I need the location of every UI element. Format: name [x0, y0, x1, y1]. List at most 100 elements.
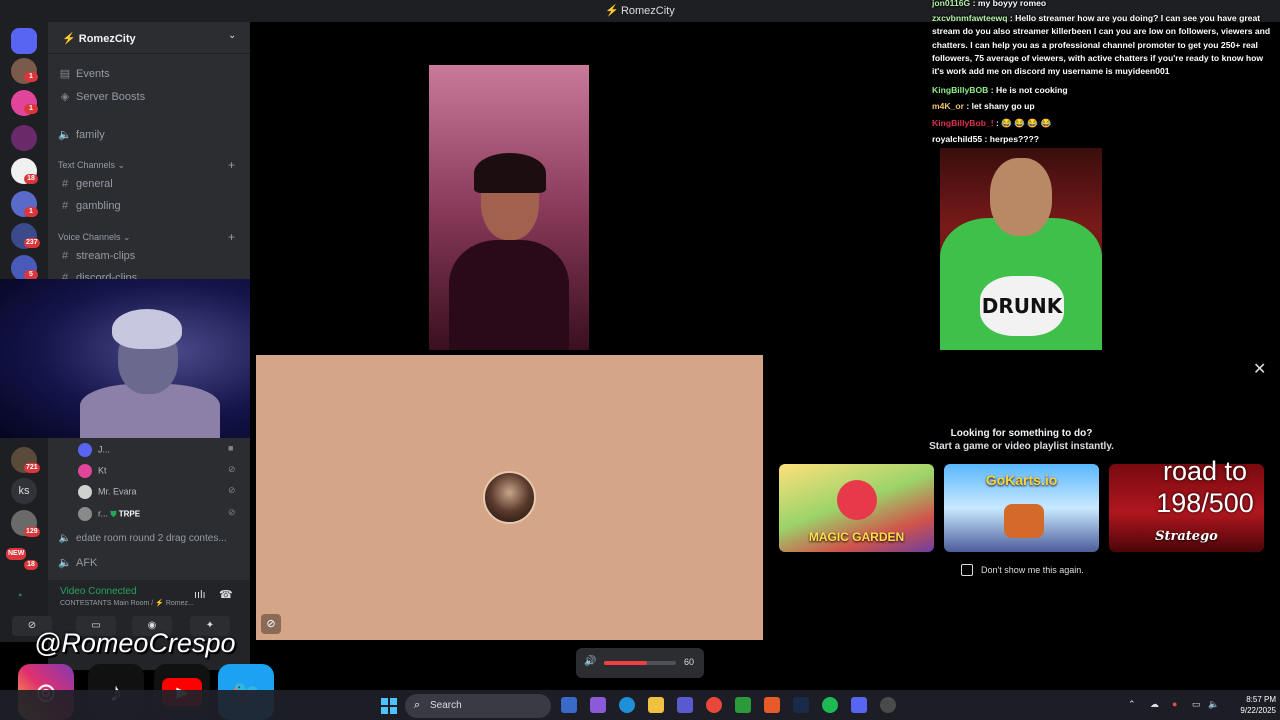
boost-icon: ◈: [60, 91, 70, 103]
chat-message: zxcvbnmfawteewq : Hello streamer how are…: [932, 13, 1271, 77]
deafened-icon: ⊘: [228, 464, 236, 474]
notification-badge: 18: [24, 560, 38, 570]
chat-message: KingBillyBOB : He is not cooking: [932, 85, 1068, 95]
participant-face: [990, 158, 1052, 236]
social-handle: @RomeoCrespo: [34, 628, 236, 658]
video-tile[interactable]: [429, 65, 589, 350]
notification-badge: 1: [24, 104, 38, 114]
volume-value: 60: [684, 657, 695, 667]
volume-slider[interactable]: [604, 661, 676, 665]
close-icon[interactable]: ✕: [1253, 359, 1266, 379]
activity-card-gokarts[interactable]: GoKarts.io: [944, 464, 1099, 552]
microphone-icon[interactable]: ●: [1172, 699, 1177, 709]
steam-icon[interactable]: [793, 697, 809, 713]
disconnect-icon[interactable]: ☎: [219, 588, 233, 601]
speaker-icon[interactable]: 🔊: [584, 656, 596, 667]
channel-afk[interactable]: 🔈 AFK: [58, 556, 97, 569]
stream-goal-overlay: road to 198/500: [1150, 455, 1260, 519]
copilot-icon[interactable]: [590, 697, 606, 713]
activity-heading: Looking for something to do?: [950, 428, 1093, 439]
sidebar-item-family[interactable]: 🔈 family: [58, 128, 105, 141]
activity-card-magic-garden[interactable]: MAGIC GARDEN: [779, 464, 934, 552]
xbox-icon[interactable]: [735, 697, 751, 713]
connection-signal-icon[interactable]: ◔: [16, 590, 23, 602]
participant-hair: [474, 153, 546, 193]
avatar: [78, 485, 92, 499]
chat-message: m4K_or : let shany go up: [932, 101, 1035, 111]
sidebar-item-events[interactable]: ▤ Events: [58, 67, 110, 80]
server-icon[interactable]: [11, 125, 37, 151]
tomato-icon: [837, 480, 877, 520]
streamer-webcam: [0, 279, 284, 438]
noise-suppression-icon[interactable]: ıılı: [194, 589, 206, 601]
network-icon[interactable]: ▭: [1192, 699, 1201, 710]
volume-fill: [604, 661, 648, 665]
taskbar-clock[interactable]: 8:57 PM 9/22/2025: [1224, 694, 1276, 716]
task-view-icon[interactable]: [561, 697, 577, 713]
channel-gambling[interactable]: # gambling: [58, 200, 121, 212]
voice-user[interactable]: Mr. Evara ⊘: [78, 485, 236, 499]
goal-count: 198/500: [1156, 488, 1254, 518]
windows-start-icon[interactable]: [381, 698, 397, 714]
deafened-icon: ⊘: [228, 507, 236, 517]
hash-icon: #: [61, 178, 69, 190]
taskbar-search[interactable]: ⌕ Search: [405, 694, 551, 718]
cloud-icon[interactable]: ☁: [1150, 699, 1159, 710]
windows-taskbar: ⌕ Search ⌃ ☁ ● ▭ 🔈 8:57 PM 9/22/2025: [0, 690, 1280, 720]
voice-user[interactable]: r... ⛊ TRPE ⊘: [78, 507, 236, 521]
sidebar-item-server-boosts[interactable]: ◈ Server Boosts: [58, 90, 145, 103]
clock-date: 9/22/2025: [1240, 706, 1276, 715]
stream-chat-overlay: jon0116G : my boyyy romeo zxcvbnmfawteew…: [930, 0, 1275, 150]
voice-user[interactable]: J... ■: [78, 443, 233, 457]
category-text-channels[interactable]: Text Channels ⌄: [58, 160, 125, 171]
spotify-icon[interactable]: [822, 697, 838, 713]
deafened-icon: ⊘: [228, 485, 236, 495]
channel-stream-clips[interactable]: # stream-clips: [58, 250, 135, 262]
hash-icon: #: [61, 200, 69, 212]
channel-general[interactable]: # general: [58, 178, 113, 190]
chat-message: jon0116G : my boyyy romeo: [932, 0, 1047, 8]
server-icon[interactable]: ks: [11, 478, 37, 504]
voice-location[interactable]: CONTESTANTS Main Room / ⚡ Romez...: [60, 599, 194, 607]
clock-time: 8:57 PM: [1246, 695, 1276, 704]
add-channel-icon[interactable]: +: [228, 230, 235, 244]
brave-icon[interactable]: [764, 697, 780, 713]
speaker-icon: 🔈: [58, 557, 72, 569]
search-icon: ⌕: [414, 699, 421, 711]
notification-badge: 18: [24, 174, 38, 184]
volume-control[interactable]: 🔊 60: [576, 648, 704, 678]
webcam-person-hat: [112, 309, 182, 349]
video-tile[interactable]: DRUNK: [940, 148, 1102, 350]
notification-badge: 721: [24, 463, 40, 473]
teams-icon[interactable]: [677, 697, 693, 713]
discord-icon[interactable]: [851, 697, 867, 713]
camera-icon: ■: [228, 443, 234, 453]
goal-line: road to: [1162, 456, 1248, 486]
card-title: GoKarts.io: [985, 472, 1058, 488]
notification-badge: 1: [24, 207, 38, 217]
dont-show-checkbox[interactable]: [961, 564, 973, 576]
server-header[interactable]: ⚡ RomezCity ⌄: [48, 22, 250, 54]
speaker-icon: 🔈: [58, 533, 72, 544]
channel-edate-room[interactable]: 🔈 edate room round 2 drag contes...: [58, 533, 227, 544]
voice-user[interactable]: Kt ⊘: [78, 464, 236, 478]
chevron-up-icon[interactable]: ⌃: [1128, 699, 1136, 710]
chat-message: royalchild55 : herpes????: [932, 134, 1039, 144]
hash-icon: #: [61, 250, 69, 262]
muted-mic-icon: ⊘: [261, 614, 281, 634]
avatar: [78, 464, 92, 478]
file-explorer-icon[interactable]: [648, 697, 664, 713]
discord-home-icon[interactable]: [11, 28, 37, 54]
new-badge: NEW: [6, 548, 27, 560]
chrome-icon[interactable]: [706, 697, 722, 713]
add-channel-icon[interactable]: +: [228, 158, 235, 172]
search-placeholder: Search: [430, 700, 462, 711]
obs-icon[interactable]: [880, 697, 896, 713]
category-voice-channels[interactable]: Voice Channels ⌄: [58, 232, 131, 243]
chevron-down-icon[interactable]: ⌄: [228, 30, 236, 41]
avatar: [78, 507, 92, 521]
edge-icon[interactable]: [619, 697, 635, 713]
video-tile-avatar[interactable]: ⊘: [256, 355, 763, 640]
volume-icon[interactable]: 🔈: [1208, 699, 1219, 710]
notification-badge: 1: [24, 72, 38, 82]
